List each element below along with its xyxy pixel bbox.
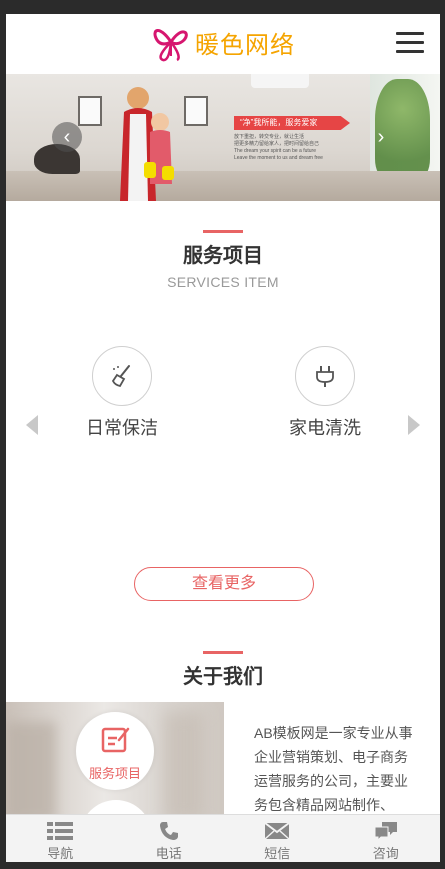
banner-line: The dream your spirit can be a future [234,148,316,154]
banner-people-image [120,87,174,201]
nav-item-label: 咨询 [372,846,399,861]
edit-note-icon [101,727,130,753]
banner-line: 放下重担，转交专业，就让生活 [234,134,305,140]
banner-next-button[interactable]: › [366,122,396,152]
banner-picture-frame [78,96,102,126]
about-header: 关于我们 [6,651,440,689]
nav-item-label: 短信 [264,846,291,861]
banner-picture-frame [184,96,208,126]
chevron-right-icon: › [377,126,385,148]
nav-item-navigation[interactable]: 导航 [6,815,115,862]
title-accent-bar [203,230,243,233]
page-frame: 暖色网络 “净”我所能，服务爱家 放下重担，转交专业，就让生活 把更多精力留给家… [6,14,440,862]
nav-item-consult[interactable]: 咨询 [332,815,441,862]
about-service-badge[interactable]: 服务项目 [76,712,154,790]
services-title: 服务项目 [183,245,263,267]
title-accent-bar [203,651,243,654]
banner-line: Leave the moment to us and dream free [234,155,323,161]
hamburger-menu-icon [396,32,424,35]
service-item-daily-cleaning[interactable]: 日常保洁 [62,346,182,440]
services-subtitle: SERVICES ITEM [167,274,279,290]
logo[interactable]: 暖色网络 [151,20,295,64]
about-image-blur [164,712,204,822]
service-item-appliance-cleaning[interactable]: 家电清洗 [265,346,385,440]
about-description: AB模板网是一家专业从事企业营销策划、电子商务运营服务的公司，主要业务包含精品网… [254,725,413,813]
service-icon-circle [92,346,152,406]
about-badge-label: 服务项目 [88,766,141,781]
nav-item-sms[interactable]: 短信 [223,815,332,862]
service-label: 日常保洁 [86,418,158,438]
about-image: 服务项目 [6,702,224,832]
banner-prev-button[interactable]: ‹ [52,122,82,152]
nav-item-phone[interactable]: 电话 [115,815,224,862]
service-label: 家电清洗 [289,418,361,438]
menu-button[interactable] [396,32,424,54]
nav-item-label: 电话 [155,846,182,861]
about-image-blur [6,722,56,822]
list-icon [47,822,74,840]
services-header: 服务项目 SERVICES ITEM [6,230,440,290]
envelope-icon [264,822,290,840]
banner-copy: 放下重担，转交专业，就让生活 把更多精力留给家人，把时间留给自己 The dre… [234,134,344,162]
logo-text: 暖色网络 [195,30,295,59]
broom-icon [111,365,130,388]
banner-tagline: “净”我所能，服务爱家 [234,116,350,130]
chat-icon [374,822,397,841]
services-prev-arrow[interactable] [26,415,38,435]
service-icon-circle [295,346,355,406]
services-next-arrow[interactable] [408,415,420,435]
bottom-nav: 导航 电话 短信 咨询 [6,814,440,862]
about-title: 关于我们 [183,666,263,688]
hamburger-line [396,41,424,44]
phone-icon [159,822,178,840]
view-more-button[interactable]: 查看更多 [134,567,314,601]
banner-line: 把更多精力留给家人，把时间留给自己 [234,141,320,147]
nav-item-label: 导航 [47,846,74,861]
butterfly-logo-icon [153,29,188,62]
header: 暖色网络 [6,14,440,74]
plug-icon [316,366,334,387]
hamburger-line [396,50,424,53]
chevron-left-icon: ‹ [63,126,71,148]
banner-air-conditioner [251,74,309,88]
banner-floor [6,171,440,201]
